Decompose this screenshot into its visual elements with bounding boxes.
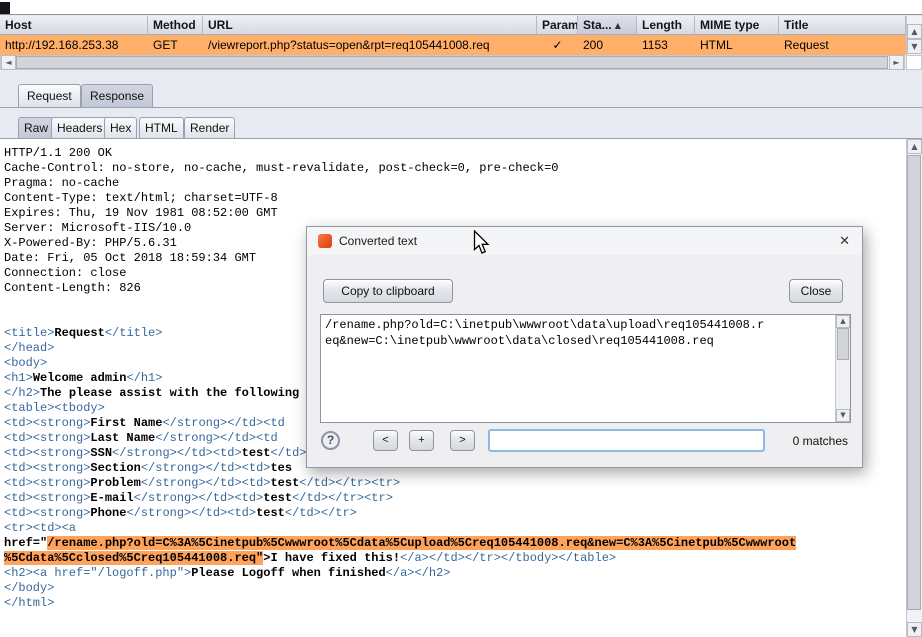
response-line: </body> (4, 581, 906, 596)
cell-host: http://192.168.253.38 (0, 35, 148, 55)
tab-label: Headers (57, 121, 102, 135)
response-line: %5Cdata%5Cclosed%5Creq105441008.req">I h… (4, 551, 906, 566)
http-message-row[interactable]: http://192.168.253.38 GET /viewreport.ph… (0, 35, 906, 55)
column-label: Method (153, 18, 196, 32)
burp-icon (318, 234, 332, 248)
partial-row-marker (0, 2, 10, 14)
scroll-down-icon[interactable]: ▼ (907, 622, 922, 637)
scrollbar-thumb[interactable] (907, 155, 921, 610)
converted-text-area[interactable]: /rename.php?old=C:\inetpub\wwwroot\data\… (320, 314, 851, 423)
tab-response[interactable]: Response (81, 84, 153, 108)
scroll-down-icon[interactable]: ▼ (907, 39, 922, 54)
tab-html[interactable]: HTML (139, 117, 184, 139)
burp-message-viewer: Host Method URL Params Sta...▲ Length MI… (0, 0, 922, 637)
tab-hex[interactable]: Hex (104, 117, 137, 139)
dialog-close-icon[interactable]: ✕ (839, 227, 850, 255)
prev-match-button[interactable]: < (373, 430, 398, 451)
cell-mime-type: HTML (695, 35, 779, 55)
response-line: </html> (4, 596, 906, 611)
column-label: Length (642, 18, 682, 32)
converted-text-dialog: Converted text ✕ Copy to clipboard Close… (306, 226, 863, 468)
tab-request[interactable]: Request (18, 84, 81, 108)
cell-length: 1153 (637, 35, 695, 55)
table-horizontal-scrollbar[interactable]: ◄ ► (0, 55, 905, 70)
copy-to-clipboard-button[interactable]: Copy to clipboard (323, 279, 453, 303)
response-line: <tr><td><a (4, 521, 906, 536)
tab-label: Render (190, 121, 229, 135)
dialog-titlebar[interactable]: Converted text ✕ (307, 227, 862, 255)
sort-ascending-icon: ▲ (615, 21, 621, 30)
close-button[interactable]: Close (789, 279, 843, 303)
column-label: Title (784, 18, 808, 32)
tab-label: Request (27, 89, 72, 103)
column-header-title[interactable]: Title (779, 16, 906, 34)
tab-label: Response (90, 89, 144, 103)
cell-method: GET (148, 35, 203, 55)
next-match-button[interactable]: > (450, 430, 475, 451)
column-label: URL (208, 18, 233, 32)
tab-label: HTML (145, 121, 178, 135)
response-line: <td><strong>Problem</strong></td><td>tes… (4, 476, 906, 491)
tab-label: Hex (110, 121, 131, 135)
add-button[interactable]: + (409, 430, 434, 451)
dialog-title: Converted text (339, 227, 417, 255)
response-line: <td><strong>E-mail</strong></td><td>test… (4, 491, 906, 506)
response-line: Expires: Thu, 19 Nov 1981 08:52:00 GMT (4, 206, 906, 221)
response-line: Content-Type: text/html; charset=UTF-8 (4, 191, 906, 206)
response-line: <h2><a href="/logoff.php">Please Logoff … (4, 566, 906, 581)
column-label: Params (542, 18, 578, 32)
column-header-host[interactable]: Host (0, 16, 148, 34)
params-check-icon: ✓ (537, 35, 578, 55)
column-header-url[interactable]: URL (203, 16, 537, 34)
scroll-up-icon[interactable]: ▲ (907, 24, 922, 39)
response-vertical-scrollbar[interactable]: ▲ ▼ (906, 139, 922, 637)
response-line: Cache-Control: no-store, no-cache, must-… (4, 161, 906, 176)
mouse-cursor (473, 230, 492, 256)
column-header-method[interactable]: Method (148, 16, 203, 34)
cell-url: /viewreport.php?status=open&rpt=req10544… (203, 35, 537, 55)
column-label: Host (5, 18, 32, 32)
tab-raw[interactable]: Raw (18, 117, 54, 139)
column-label: MIME type (700, 18, 759, 32)
column-header-params[interactable]: Params (537, 16, 578, 34)
search-input[interactable] (488, 429, 765, 452)
converted-text-content: /rename.php?old=C:\inetpub\wwwroot\data\… (321, 315, 835, 422)
column-header-mime-type[interactable]: MIME type (695, 16, 779, 34)
cell-status: 200 (578, 35, 637, 55)
table-vertical-scrollbar[interactable]: ▲ ▼ (906, 16, 922, 55)
help-icon[interactable]: ? (321, 431, 340, 450)
tab-render[interactable]: Render (184, 117, 235, 139)
tab-headers[interactable]: Headers (51, 117, 108, 139)
scroll-right-icon[interactable]: ► (889, 55, 904, 70)
response-line: <td><strong>Phone</strong></td><td>test<… (4, 506, 906, 521)
response-line: HTTP/1.1 200 OK (4, 146, 906, 161)
column-header-status[interactable]: Sta...▲ (578, 16, 637, 34)
scroll-up-icon[interactable]: ▲ (907, 139, 922, 154)
scroll-down-icon[interactable]: ▼ (836, 409, 850, 422)
table-header-row: Host Method URL Params Sta...▲ Length MI… (0, 16, 906, 35)
column-header-length[interactable]: Length (637, 16, 695, 34)
scrollbar-thumb[interactable] (837, 328, 849, 360)
response-line: href="/rename.php?old=C%3A%5Cinetpub%5Cw… (4, 536, 906, 551)
table-top-strip (0, 0, 922, 15)
cell-title: Request (779, 35, 906, 55)
tab-label: Raw (24, 121, 48, 135)
match-count-label: 0 matches (793, 434, 848, 448)
scroll-up-icon[interactable]: ▲ (836, 315, 850, 328)
scroll-left-icon[interactable]: ◄ (1, 55, 16, 70)
textarea-scrollbar[interactable]: ▲ ▼ (835, 315, 850, 422)
scrollbar-corner (906, 55, 922, 70)
scrollbar-thumb[interactable] (16, 56, 888, 69)
column-label: Sta... (583, 18, 612, 32)
response-line: Pragma: no-cache (4, 176, 906, 191)
